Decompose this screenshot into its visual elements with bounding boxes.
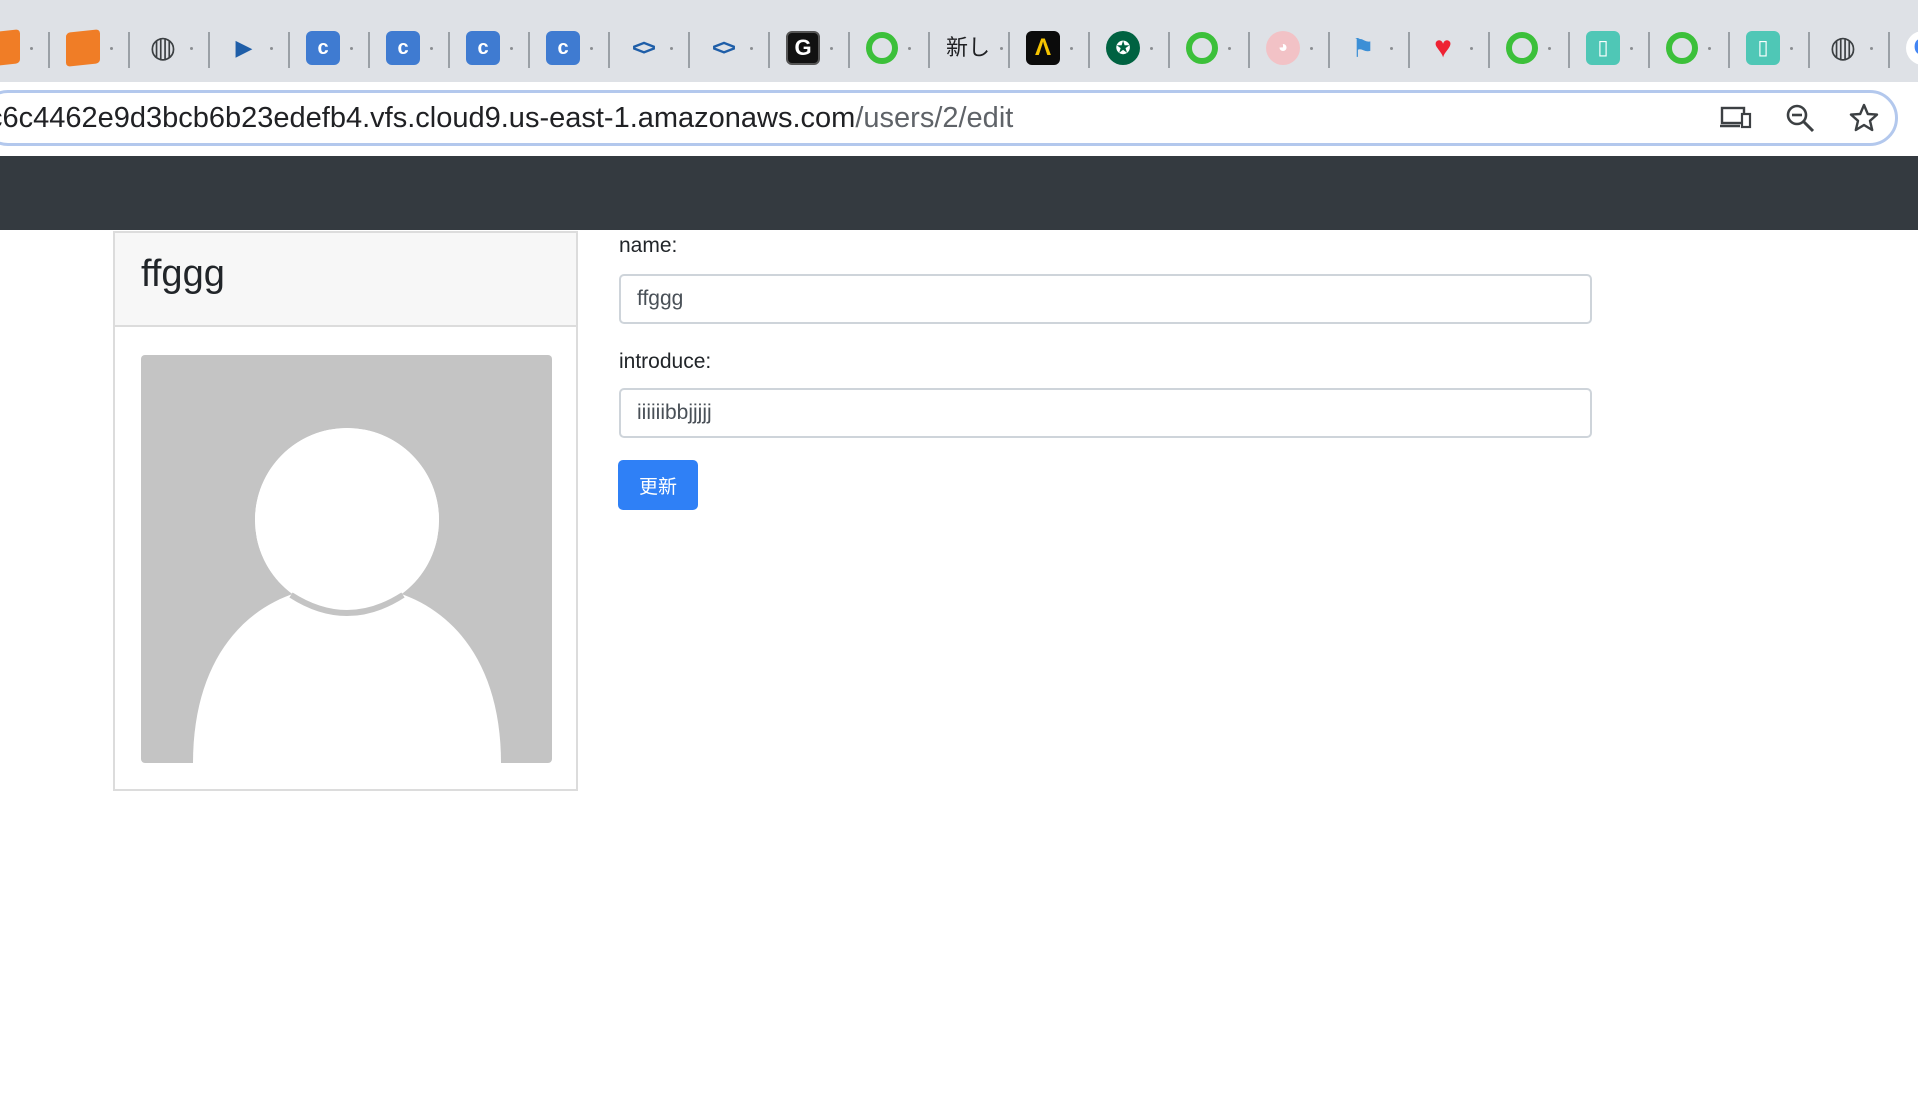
tab-title-fragment [750, 46, 753, 50]
browser-tab[interactable]: c [290, 18, 370, 78]
tab-title-fragment [1390, 46, 1393, 50]
introduce-input[interactable] [619, 388, 1592, 438]
devices-icon[interactable] [1718, 100, 1754, 136]
cloud9-c-icon: c [546, 31, 580, 65]
user-card: ffggg [113, 231, 578, 791]
cloud9-c-icon: c [306, 31, 340, 65]
browser-tab[interactable] [1650, 18, 1730, 78]
browser-toolbar: c6c4462e9d3bcb6b23edefb4.vfs.cloud9.us-e… [0, 82, 1918, 156]
browser-tab[interactable]: c [370, 18, 450, 78]
tab-title-fragment [190, 46, 193, 50]
globe-icon: ◍ [1829, 31, 1857, 64]
green-ring-icon [1506, 32, 1538, 64]
teal-note-icon: ▯ [1746, 31, 1780, 65]
green-ring-icon [866, 32, 898, 64]
green-ring-icon [1186, 32, 1218, 64]
tab-title-fragment [1150, 46, 1153, 50]
tab-title-fragment [670, 46, 673, 50]
caret-logo-icon: Λ [1026, 31, 1060, 65]
browser-tab[interactable]: ▯ [1570, 18, 1650, 78]
tab-title-fragment [30, 46, 33, 50]
orange-cube-icon [0, 29, 20, 67]
tab-title-fragment [1548, 46, 1551, 50]
browser-tab[interactable]: ♥ [1410, 18, 1490, 78]
tab-title-fragment [1000, 46, 1004, 50]
starbucks-icon: ✪ [1106, 31, 1140, 65]
play-bird-icon: ▶ [235, 35, 253, 60]
tab-title-fragment [270, 46, 273, 50]
cloud9-c-icon: c [386, 31, 420, 65]
code-brackets-icon: <> [632, 35, 656, 60]
tab-title-fragment [1708, 46, 1711, 50]
tab-title-fragment [1870, 46, 1873, 50]
google-icon: G [1906, 31, 1918, 65]
globe-icon: ◍ [149, 31, 177, 64]
browser-tab[interactable] [0, 18, 50, 78]
tab-title-fragment [1310, 46, 1313, 50]
browser-tab[interactable] [850, 18, 930, 78]
cloud9-c-icon: c [466, 31, 500, 65]
g-bracket-icon: G [786, 31, 820, 65]
zoom-out-icon[interactable] [1782, 100, 1818, 136]
introduce-label: introduce: [619, 350, 712, 373]
update-button[interactable]: 更新 [618, 460, 698, 510]
browser-tab[interactable]: ▯ [1730, 18, 1810, 78]
browser-tab[interactable] [50, 18, 130, 78]
tab-title-fragment [1228, 46, 1231, 50]
orange-cube-icon [66, 29, 100, 67]
browser-tab[interactable]: ⚑ [1330, 18, 1410, 78]
user-card-header: ffggg [115, 233, 576, 327]
browser-tab[interactable]: ✪ [1090, 18, 1170, 78]
address-url[interactable]: c6c4462e9d3bcb6b23edefb4.vfs.cloud9.us-e… [0, 100, 1013, 136]
browser-tab[interactable] [1490, 18, 1570, 78]
browser-tab[interactable] [1170, 18, 1250, 78]
app-navbar [0, 156, 1918, 230]
tab-title-fragment [510, 46, 513, 50]
url-host: c6c4462e9d3bcb6b23edefb4.vfs.cloud9.us-e… [0, 102, 856, 134]
browser-tab[interactable]: G [1890, 18, 1918, 78]
green-ring-icon [1666, 32, 1698, 64]
browser-tab[interactable]: 新し [930, 18, 1010, 78]
default-avatar-icon [193, 428, 501, 763]
avatar [141, 355, 552, 763]
browser-tab-strip: ◍ ▶ c c c c <> <> G 新し Λ ✪ ◕ ⚑ ♥ ▯ ▯ ◍ G [0, 0, 1918, 82]
browser-tab[interactable]: ◕ [1250, 18, 1330, 78]
teal-note-icon: ▯ [1586, 31, 1620, 65]
tab-title-fragment [830, 46, 833, 50]
browser-tab[interactable]: <> [690, 18, 770, 78]
browser-tab[interactable]: G [770, 18, 850, 78]
browser-tab[interactable]: c [530, 18, 610, 78]
flag-icon: ⚑ [1351, 33, 1375, 63]
tab-title-fragment [1790, 46, 1793, 50]
name-label: name: [619, 234, 678, 257]
tab-title-fragment [1070, 46, 1073, 50]
browser-tab[interactable]: ◍ [130, 18, 210, 78]
tab-title-fragment [908, 46, 911, 50]
tab-title-fragment [350, 46, 353, 50]
user-name-title: ffggg [141, 253, 225, 295]
rainbow-heart-icon: ♥ [1434, 31, 1452, 64]
bookmark-star-icon[interactable] [1846, 100, 1882, 136]
cat-face-icon: ◕ [1266, 31, 1300, 65]
tab-title-fragment [1630, 46, 1633, 50]
code-brackets-icon: <> [712, 35, 736, 60]
tab-title-fragment [590, 46, 593, 50]
browser-tab[interactable]: Λ [1010, 18, 1090, 78]
browser-tab[interactable]: c [450, 18, 530, 78]
new-tab-text: 新し [946, 35, 991, 60]
name-input[interactable] [619, 274, 1592, 324]
browser-tab[interactable]: ▶ [210, 18, 290, 78]
browser-tab[interactable]: <> [610, 18, 690, 78]
tab-title-fragment [430, 46, 433, 50]
tab-title-fragment [1470, 46, 1473, 50]
url-path: /users/2/edit [855, 102, 1014, 134]
browser-tab[interactable]: ◍ [1810, 18, 1890, 78]
tab-title-fragment [110, 46, 113, 50]
